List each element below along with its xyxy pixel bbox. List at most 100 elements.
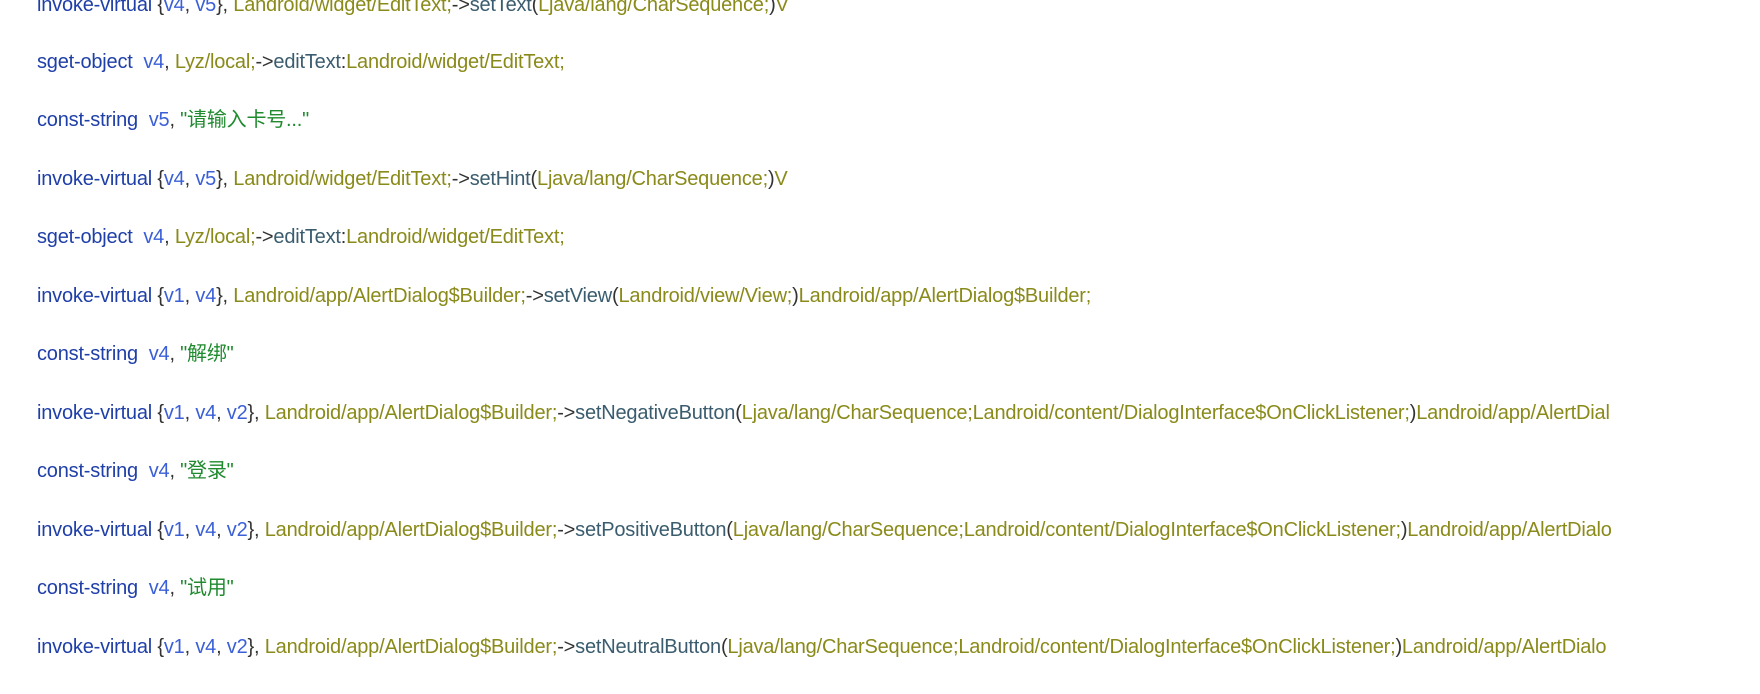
punctuation-token: ,: [184, 402, 196, 424]
punctuation-token: },: [247, 402, 265, 424]
opcode-token: invoke-virtual: [37, 519, 153, 541]
code-line[interactable]: invoke-virtual {v1, v4}, Landroid/app/Al…: [37, 283, 1091, 309]
opcode-token: const-string: [37, 343, 138, 365]
punctuation-token: ,: [184, 519, 196, 541]
method-name-token: editText: [273, 51, 341, 73]
register-token: v4: [163, 0, 185, 16]
register-token: v4: [148, 577, 170, 599]
opcode-token: invoke-virtual: [37, 285, 153, 307]
type-token: Landroid/app/AlertDialog$Builder;: [264, 519, 558, 541]
punctuation-token: ->: [255, 51, 274, 73]
code-line[interactable]: invoke-virtual {v1, v4, v2}, Landroid/ap…: [37, 517, 1612, 543]
string-literal-token: "请输入卡号...": [180, 109, 310, 131]
punctuation-token: ,: [169, 577, 181, 599]
punctuation-token: [138, 577, 149, 599]
register-token: v5: [195, 168, 217, 190]
code-line[interactable]: const-string v4, "解绑": [37, 341, 234, 367]
code-line[interactable]: invoke-virtual {v1, v4, v2}, Landroid/ap…: [37, 634, 1607, 660]
punctuation-token: [133, 226, 144, 248]
opcode-token: const-string: [37, 460, 138, 482]
code-line[interactable]: const-string v4, "登录": [37, 458, 234, 484]
punctuation-token: ->: [557, 402, 576, 424]
type-token: Lyz/local;: [174, 51, 256, 73]
punctuation-token: [138, 343, 149, 365]
type-token: Ljava/lang/CharSequence;Landroid/content…: [732, 519, 1401, 541]
opcode-token: sget-object: [37, 226, 133, 248]
code-line[interactable]: invoke-virtual {v1, v4, v2}, Landroid/ap…: [37, 400, 1610, 426]
register-token: v4: [163, 168, 185, 190]
code-line[interactable]: const-string v5, "请输入卡号...": [37, 107, 309, 133]
opcode-token: invoke-virtual: [37, 402, 153, 424]
register-token: v4: [195, 402, 217, 424]
opcode-token: const-string: [37, 577, 138, 599]
punctuation-token: ,: [164, 51, 175, 73]
method-name-token: setNegativeButton: [575, 402, 736, 424]
punctuation-token: ,: [184, 636, 196, 658]
punctuation-token: {: [152, 168, 164, 190]
code-line[interactable]: sget-object v4, Lyz/local;->editText:Lan…: [37, 224, 565, 250]
register-token: v4: [143, 51, 165, 73]
code-line[interactable]: sget-object v4, Lyz/local;->editText:Lan…: [37, 49, 565, 75]
punctuation-token: ,: [164, 226, 175, 248]
punctuation-token: ,: [216, 519, 227, 541]
register-token: v4: [195, 285, 217, 307]
punctuation-token: ,: [169, 109, 181, 131]
punctuation-token: ->: [451, 168, 470, 190]
smali-code-editor[interactable]: invoke-virtual {v4, v5}, Landroid/widget…: [0, 0, 1760, 694]
opcode-token: invoke-virtual: [37, 168, 153, 190]
punctuation-token: ,: [169, 343, 181, 365]
punctuation-token: ->: [557, 519, 576, 541]
opcode-token: invoke-virtual: [37, 0, 153, 16]
type-token: Landroid/widget/EditText;: [346, 51, 565, 73]
punctuation-token: {: [152, 636, 164, 658]
punctuation-token: ,: [184, 0, 196, 16]
type-token: V: [775, 0, 789, 16]
register-token: v4: [148, 343, 170, 365]
opcode-token: sget-object: [37, 51, 133, 73]
type-token: Landroid/app/AlertDialog$Builder;: [264, 402, 558, 424]
type-token: Ljava/lang/CharSequence;Landroid/content…: [727, 636, 1396, 658]
type-token: Ljava/lang/CharSequence;: [538, 0, 770, 16]
register-token: v4: [143, 226, 165, 248]
code-line[interactable]: const-string v4, "试用": [37, 575, 234, 601]
punctuation-token: [133, 51, 144, 73]
punctuation-token: ->: [255, 226, 274, 248]
opcode-token: const-string: [37, 109, 138, 131]
punctuation-token: ->: [525, 285, 544, 307]
register-token: v5: [195, 0, 217, 16]
type-token: Landroid/app/AlertDial: [1416, 402, 1610, 424]
method-name-token: setView: [543, 285, 612, 307]
punctuation-token: ->: [451, 0, 470, 16]
type-token: Ljava/lang/CharSequence;: [537, 168, 768, 190]
method-name-token: setPositiveButton: [575, 519, 727, 541]
register-token: v1: [163, 285, 185, 307]
register-token: v2: [226, 519, 248, 541]
register-token: v5: [148, 109, 170, 131]
type-token: Landroid/app/AlertDialog$Builder;: [264, 636, 558, 658]
register-token: v4: [195, 636, 217, 658]
punctuation-token: [138, 460, 149, 482]
punctuation-token: ->: [557, 636, 576, 658]
string-literal-token: "登录": [180, 460, 234, 482]
punctuation-token: {: [152, 0, 164, 16]
punctuation-token: ,: [184, 168, 196, 190]
punctuation-token: ,: [184, 285, 196, 307]
register-token: v2: [226, 636, 248, 658]
punctuation-token: },: [216, 168, 234, 190]
type-token: Landroid/app/AlertDialo: [1407, 519, 1612, 541]
punctuation-token: ,: [169, 460, 181, 482]
register-token: v4: [148, 460, 170, 482]
punctuation-token: ,: [216, 636, 227, 658]
method-name-token: setHint: [469, 168, 531, 190]
type-token: Lyz/local;: [174, 226, 256, 248]
punctuation-token: },: [216, 0, 234, 16]
punctuation-token: ,: [216, 402, 227, 424]
punctuation-token: },: [247, 636, 265, 658]
type-token: Landroid/app/AlertDialog$Builder;: [233, 285, 526, 307]
code-line[interactable]: invoke-virtual {v4, v5}, Landroid/widget…: [37, 0, 789, 18]
code-line[interactable]: invoke-virtual {v4, v5}, Landroid/widget…: [37, 166, 788, 192]
string-literal-token: "解绑": [180, 343, 234, 365]
type-token: V: [774, 168, 788, 190]
type-token: Ljava/lang/CharSequence;Landroid/content…: [741, 402, 1410, 424]
punctuation-token: [138, 109, 149, 131]
